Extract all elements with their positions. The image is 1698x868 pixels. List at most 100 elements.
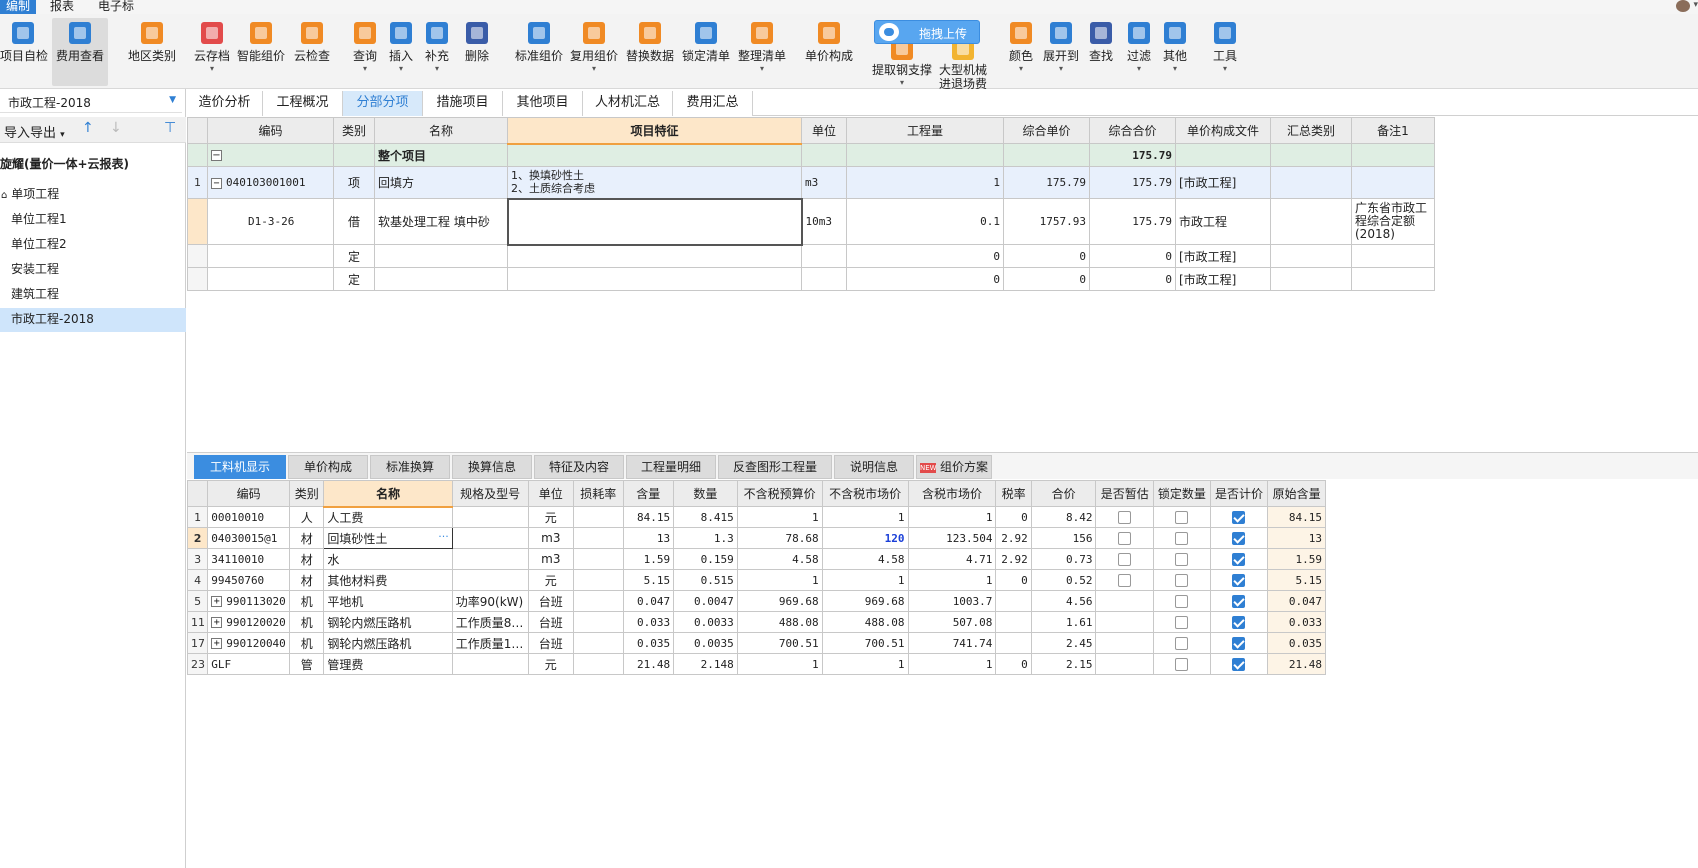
organize-list-button[interactable]: 整理清单 ▾ <box>736 18 788 86</box>
tab-measures[interactable]: 措施项目 <box>423 91 503 116</box>
table-row[interactable]: 11 +990120020 机钢轮内燃压路机 工作质量8… 台班 0.033 0.0033 4… <box>186 611 1326 633</box>
col-header-quantity[interactable]: 工程量 <box>846 117 1004 144</box>
cloud-check-button[interactable]: 云检查 <box>292 18 332 86</box>
tree-item-municipal[interactable]: 市政工程-2018 <box>0 308 186 332</box>
lock-qty-checkbox[interactable] <box>1175 658 1189 671</box>
import-export-button[interactable]: 导入导出 ▾ <box>4 122 65 141</box>
name-edit-cell[interactable]: 回填砂性土 ··· <box>323 527 453 549</box>
table-row[interactable]: 定 0 0 0 [市政工程] <box>187 244 1435 268</box>
smart-price-button[interactable]: 智能组价 <box>236 18 286 86</box>
tab-sub-items[interactable]: 分部分项 <box>343 91 423 116</box>
priced-checkbox-checked[interactable] <box>1232 658 1246 671</box>
col-header-unit[interactable]: 单位 <box>527 480 575 507</box>
project-check-button[interactable]: 项目自检 <box>0 18 48 86</box>
collapse-icon[interactable]: − <box>211 150 222 161</box>
priced-checkbox-checked[interactable] <box>1232 574 1246 587</box>
feature-edit-cell[interactable] <box>506 197 803 246</box>
col-header-total-price[interactable]: 综合合价 <box>1089 117 1176 144</box>
col-header-feature[interactable]: 项目特征 <box>507 117 802 145</box>
user-avatar[interactable] <box>1676 0 1690 12</box>
lock-qty-checkbox[interactable] <box>1175 574 1189 587</box>
table-row[interactable]: 23 GLF 管管理费元 21.48 2.148 1 1 1 0 2.15 21.48 <box>186 653 1326 675</box>
menu-report[interactable]: 报表 <box>44 0 80 14</box>
chevron-down-icon[interactable]: ▾ <box>1693 0 1698 10</box>
tab-cost-analysis[interactable]: 造价分析 <box>187 91 263 116</box>
col-header-type[interactable]: 类别 <box>289 480 325 507</box>
tree-item-unit-1[interactable]: 单位工程1 <box>0 208 186 232</box>
tab-reverse-graphic-quantity[interactable]: 反查图形工程量 <box>718 455 832 479</box>
pin-icon[interactable]: ⊤ <box>164 120 176 136</box>
total-row-name[interactable]: 整个项目 <box>374 143 508 167</box>
replace-data-button[interactable]: 替换数据 <box>624 18 676 86</box>
tab-project-overview[interactable]: 工程概况 <box>263 91 343 116</box>
lock-list-button[interactable]: 锁定清单 <box>680 18 732 86</box>
menu-e-bid[interactable]: 电子标 <box>92 0 140 14</box>
drag-upload-button[interactable]: 拖拽上传 <box>874 20 980 44</box>
expand-to-button[interactable]: 展开到 ▾ <box>1042 18 1080 86</box>
col-header-summary-cat[interactable]: 汇总类别 <box>1270 117 1352 144</box>
table-row[interactable]: D1-3-26 借 软基处理工程 填中砂 10m3 0.1 1757.93 17… <box>187 197 1435 246</box>
col-header-code[interactable]: 编码 <box>207 480 291 507</box>
query-button[interactable]: 查询 ▾ <box>350 18 380 86</box>
col-header-price-file[interactable]: 单价构成文件 <box>1175 117 1271 144</box>
col-header-unit-price[interactable]: 综合单价 <box>1003 117 1090 144</box>
col-header-spec[interactable]: 规格及型号 <box>451 480 529 507</box>
tree-item-single-project[interactable]: ⌂ 单项工程 <box>0 183 186 207</box>
priced-checkbox-checked[interactable] <box>1232 637 1246 650</box>
lock-qty-checkbox[interactable] <box>1175 637 1189 650</box>
expand-icon[interactable]: + <box>211 596 223 607</box>
region-category-button[interactable]: 地区类别 <box>124 18 180 86</box>
tab-unit-price-composition[interactable]: 单价构成 <box>288 455 368 479</box>
provisional-checkbox[interactable] <box>1118 574 1132 587</box>
col-header-name[interactable]: 名称 <box>374 117 508 144</box>
col-header-taxed-market[interactable]: 含税市场价 <box>907 480 997 507</box>
more-button[interactable]: 其他 ▾ <box>1160 18 1190 86</box>
col-header-lock-qty[interactable]: 锁定数量 <box>1153 480 1211 507</box>
color-button[interactable]: 颜色 ▾ <box>1006 18 1036 86</box>
priced-checkbox-checked[interactable] <box>1232 616 1246 629</box>
provisional-checkbox[interactable] <box>1118 553 1132 566</box>
col-header-provisional[interactable]: 是否暂估 <box>1095 480 1155 507</box>
delete-button[interactable]: 删除 <box>460 18 494 86</box>
cloud-save-button[interactable]: 云存档 ▾ <box>192 18 232 86</box>
tab-other-items[interactable]: 其他项目 <box>503 91 583 116</box>
tab-labor-material-summary[interactable]: 人材机汇总 <box>583 91 673 116</box>
provisional-checkbox[interactable] <box>1118 532 1132 545</box>
tab-conversion-info[interactable]: 换算信息 <box>452 455 532 479</box>
table-row[interactable]: 2 04030015@1 材回填砂性土 ··· m3 13 1.3 78.68 120 123.5… <box>186 527 1326 549</box>
collapse-icon[interactable]: − <box>211 177 222 189</box>
col-header-type[interactable]: 类别 <box>333 117 375 144</box>
project-select[interactable]: 市政工程-2018 ▼ <box>0 91 182 113</box>
table-row[interactable]: 5 +990113020 机平地机 功率90(kW) 台班 0.047 0.0047 969.… <box>186 590 1326 612</box>
reuse-price-button[interactable]: 复用组价 ▾ <box>568 18 620 86</box>
tree-root-label[interactable]: 旋耀(量价一体+云报表) <box>0 155 129 172</box>
lock-qty-checkbox[interactable] <box>1175 595 1189 608</box>
supplement-button[interactable]: 补充 ▾ <box>422 18 452 86</box>
tree-item-building[interactable]: 建筑工程 <box>0 283 186 307</box>
tree-item-unit-2[interactable]: 单位工程2 <box>0 233 186 257</box>
priced-checkbox-checked[interactable] <box>1232 532 1246 545</box>
col-header-code[interactable]: 编码 <box>207 117 334 144</box>
priced-checkbox-checked[interactable] <box>1232 595 1246 608</box>
lock-qty-checkbox[interactable] <box>1175 511 1189 524</box>
tab-cost-summary[interactable]: 费用汇总 <box>673 91 753 116</box>
priced-checkbox-checked[interactable] <box>1232 553 1246 566</box>
tab-standard-conversion[interactable]: 标准换算 <box>370 455 450 479</box>
find-button[interactable]: 查找 <box>1086 18 1116 86</box>
tab-pricing-plan[interactable]: NEW 组价方案 <box>916 455 992 479</box>
total-row-amount[interactable]: 175.79 <box>1089 143 1176 167</box>
table-row[interactable]: 4 99450760 材其他材料费元 5.15 0.515 1 1 1 0 0.52 5.15 <box>186 569 1326 591</box>
table-row[interactable]: 1 00010010 人人工费元 84.15 8.415 1 1 1 0 8.42 84.15 <box>186 506 1326 528</box>
lock-qty-checkbox[interactable] <box>1175 532 1189 545</box>
col-header-pretax-budget[interactable]: 不含税预算价 <box>736 480 823 507</box>
cost-view-button[interactable]: 费用查看 <box>52 18 108 86</box>
tools-button[interactable]: 工具 ▾ <box>1210 18 1240 86</box>
tab-features-content[interactable]: 特征及内容 <box>534 455 624 479</box>
expand-icon[interactable]: + <box>211 617 223 628</box>
table-row[interactable]: 定 0 0 0 [市政工程] <box>187 267 1435 291</box>
col-header-quantity[interactable]: 数量 <box>673 480 738 507</box>
insert-button[interactable]: 插入 ▾ <box>386 18 416 86</box>
col-header-original-content[interactable]: 原始含量 <box>1267 480 1326 507</box>
move-down-icon[interactable]: ↓ <box>110 120 122 136</box>
tab-labor-material-display[interactable]: 工料机显示 <box>194 455 286 479</box>
